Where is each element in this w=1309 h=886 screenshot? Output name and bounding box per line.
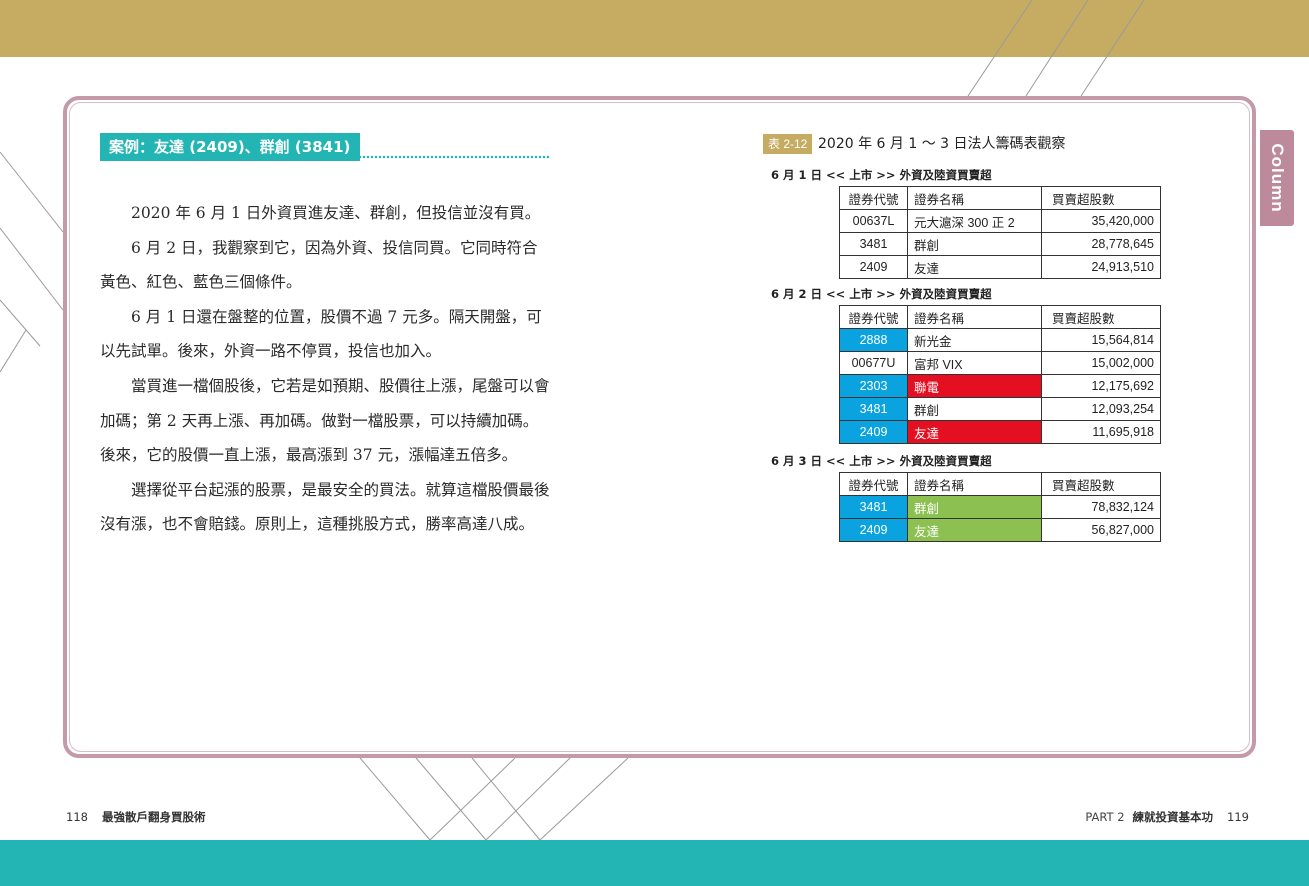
cell-name: 元大滬深 300 正 2 — [907, 209, 1042, 233]
header-code: 證券代號 — [839, 472, 908, 496]
header-name: 證券名稱 — [907, 305, 1042, 329]
table-header-row: 證券代號 證券名稱 買賣超股數 — [839, 305, 1161, 329]
cell-name: 新光金 — [907, 328, 1042, 352]
table-row: 2409 友達 56,827,000 — [839, 518, 1161, 542]
case-heading: 案例：友達 (2409)、群創 (3841) — [100, 133, 361, 161]
cell-shares: 78,832,124 — [1041, 495, 1161, 519]
cell-name: 友達 — [907, 518, 1042, 542]
paragraph: 6 月 1 日還在盤整的位置，股價不過 7 元多。隔天開盤，可以先試單。後來，外… — [100, 307, 542, 361]
cell-shares: 56,827,000 — [1041, 518, 1161, 542]
cell-name: 富邦 VIX — [907, 351, 1042, 375]
heading-dotted-rule — [358, 155, 550, 159]
header-shares: 買賣超股數 — [1041, 472, 1161, 496]
cell-shares: 15,564,814 — [1041, 328, 1161, 352]
table-row: 3481 群創 28,778,645 — [839, 232, 1161, 256]
table-row: 2888 新光金 15,564,814 — [839, 328, 1161, 352]
header-shares: 買賣超股數 — [1041, 186, 1161, 210]
cell-shares: 35,420,000 — [1041, 209, 1161, 233]
table-jun3: 證券代號 證券名稱 買賣超股數 3481 群創 78,832,124 2409 … — [839, 472, 1161, 542]
column-label: Column — [1268, 143, 1287, 213]
book-title: 最強散戶翻身買股術 — [101, 810, 206, 824]
cell-shares: 11,695,918 — [1041, 420, 1161, 444]
cell-code: 2409 — [839, 518, 908, 542]
cell-shares: 12,175,692 — [1041, 374, 1161, 398]
table-row: 2303 聯電 12,175,692 — [839, 374, 1161, 398]
table-jun1: 證券代號 證券名稱 買賣超股數 00637L 元大滬深 300 正 2 35,4… — [839, 186, 1161, 279]
table-row: 3481 群創 78,832,124 — [839, 495, 1161, 519]
cell-shares: 15,002,000 — [1041, 351, 1161, 375]
table-jun2: 證券代號 證券名稱 買賣超股數 2888 新光金 15,564,814 0067… — [839, 305, 1161, 444]
table-header-row: 證券代號 證券名稱 買賣超股數 — [839, 472, 1161, 496]
part-label: PART 2 — [1085, 810, 1125, 824]
figure-title: 2020 年 6 月 1 ～ 3 日法人籌碼表觀察 — [818, 136, 1066, 152]
left-page-number: 118 — [66, 810, 88, 824]
cell-name: 聯電 — [907, 374, 1042, 398]
table-subtitle-jun1: 6 月 1 日 << 上市 >> 外資及陸資買賣超 — [771, 168, 992, 182]
cell-code: 2409 — [839, 255, 908, 279]
header-band — [0, 0, 1309, 57]
cell-name: 群創 — [907, 232, 1042, 256]
chapter-title: 練就投資基本功 — [1132, 810, 1214, 824]
cell-shares: 24,913,510 — [1041, 255, 1161, 279]
header-shares: 買賣超股數 — [1041, 305, 1161, 329]
cell-code: 00677U — [839, 351, 908, 375]
cell-name: 群創 — [907, 397, 1042, 421]
header-code: 證券代號 — [839, 186, 908, 210]
paragraph: 當買進一檔個股後，它若是如預期、股價往上漲，尾盤可以會加碼；第 2 天再上漲、再… — [100, 376, 550, 465]
table-header-row: 證券代號 證券名稱 買賣超股數 — [839, 186, 1161, 210]
header-code: 證券代號 — [839, 305, 908, 329]
cell-shares: 28,778,645 — [1041, 232, 1161, 256]
cell-shares: 12,093,254 — [1041, 397, 1161, 421]
table-row: 3481 群創 12,093,254 — [839, 397, 1161, 421]
cell-name: 友達 — [907, 420, 1042, 444]
header-name: 證券名稱 — [907, 472, 1042, 496]
cell-code: 00637L — [839, 209, 908, 233]
table-row: 00637L 元大滬深 300 正 2 35,420,000 — [839, 209, 1161, 233]
footer-left: 118 最強散戶翻身買股術 — [66, 809, 205, 825]
cell-name: 群創 — [907, 495, 1042, 519]
column-side-tab: Column — [1260, 130, 1294, 226]
table-row: 2409 友達 11,695,918 — [839, 420, 1161, 444]
cell-code: 3481 — [839, 495, 908, 519]
right-page-number: 119 — [1227, 810, 1249, 824]
footer-right: PART 2 練就投資基本功 119 — [1085, 809, 1249, 825]
cell-code: 3481 — [839, 232, 908, 256]
paragraph: 6 月 2 日，我觀察到它，因為外資、投信同買。它同時符合黃色、紅色、藍色三個條… — [100, 238, 538, 292]
table-row: 2409 友達 24,913,510 — [839, 255, 1161, 279]
table-row: 00677U 富邦 VIX 15,002,000 — [839, 351, 1161, 375]
cell-name: 友達 — [907, 255, 1042, 279]
paragraph: 選擇從平台起漲的股票，是最安全的買法。就算這檔股價最後沒有漲，也不會賠錢。原則上… — [100, 480, 550, 534]
paragraph: 2020 年 6 月 1 日外資買進友達、群創，但投信並沒有買。 — [131, 204, 541, 222]
table-subtitle-jun3: 6 月 3 日 << 上市 >> 外資及陸資買賣超 — [771, 454, 992, 468]
figure-label: 表 2-12 — [763, 134, 813, 154]
cell-code: 2409 — [839, 420, 908, 444]
cell-code: 2303 — [839, 374, 908, 398]
table-subtitle-jun2: 6 月 2 日 << 上市 >> 外資及陸資買賣超 — [771, 287, 992, 301]
cell-code: 3481 — [839, 397, 908, 421]
footer-band — [0, 840, 1309, 886]
header-name: 證券名稱 — [907, 186, 1042, 210]
article-body: 2020 年 6 月 1 日外資買進友達、群創，但投信並沒有買。 6 月 2 日… — [100, 196, 552, 542]
cell-code: 2888 — [839, 328, 908, 352]
